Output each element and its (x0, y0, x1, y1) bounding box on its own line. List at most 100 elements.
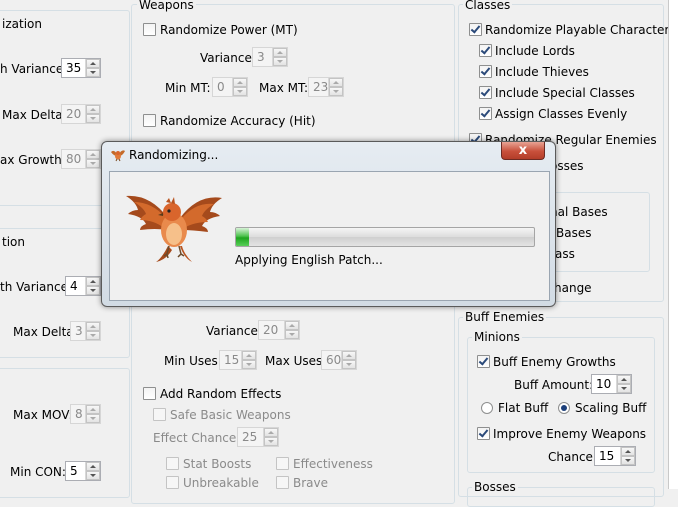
chance-spinner[interactable]: 15 (594, 446, 636, 466)
min-mt-value: 0 (217, 80, 225, 94)
dialog-titlebar[interactable]: Randomizing... x (102, 142, 555, 168)
include-thieves-label: Include Thieves (495, 65, 589, 79)
buff-amount-spinner[interactable]: 10 (591, 374, 632, 394)
bird-app-icon (111, 150, 125, 162)
effectiveness-label: Effectiveness (293, 457, 373, 471)
spinner-buttons[interactable] (85, 150, 100, 168)
uses-variance-label: Variance: (206, 324, 262, 338)
randomizing-dialog: Randomizing... x Applying English Patch.… (101, 141, 556, 307)
max-growth-label: ax Growth: (0, 153, 66, 167)
unbreakable-label: Unbreakable (183, 476, 259, 490)
min-mt-label: Min MT: (165, 81, 211, 95)
h-variance-spinner[interactable]: 35 (61, 58, 101, 78)
randomize-accuracy-checkbox[interactable] (143, 114, 156, 127)
ass-label: ass (555, 247, 575, 261)
brave-checkbox[interactable] (276, 476, 289, 489)
unbreakable-checkbox[interactable] (166, 476, 179, 489)
include-lords-checkbox[interactable] (479, 44, 492, 57)
progress-fill (236, 228, 250, 246)
nal-bases-label: nal Bases (550, 205, 608, 219)
max-delta-label: Max Delta: (2, 108, 67, 122)
effect-chance-spinner[interactable]: 25 (237, 427, 279, 447)
buff-title: Buff Enemies (463, 310, 547, 324)
max-delta-2-spinner[interactable]: 3 (70, 321, 101, 341)
max-delta-2-label: Max Delta: (13, 325, 78, 339)
spinner-buttons[interactable] (85, 462, 100, 480)
spinner-buttons[interactable] (85, 322, 100, 340)
brave-label: Brave (293, 476, 329, 490)
safe-basic-weapons-checkbox[interactable] (153, 408, 166, 421)
uses-variance-spinner[interactable]: 20 (258, 320, 300, 340)
weapons-title: Weapons (137, 0, 196, 12)
randomize-playable-checkbox[interactable] (469, 23, 482, 36)
spinner-buttons[interactable] (241, 351, 256, 369)
spinner-buttons[interactable] (85, 59, 100, 77)
max-mt-label: Max MT: (259, 81, 309, 95)
stat-boosts-label: Stat Boosts (183, 457, 252, 471)
buff-growths-label: Buff Enemy Growths (493, 355, 616, 369)
include-lords-label: Include Lords (495, 44, 575, 58)
stat-boosts-checkbox[interactable] (166, 457, 179, 470)
min-uses-spinner[interactable]: 15 (219, 350, 257, 370)
randomize-power-label: Randomize Power (MT) (160, 23, 298, 37)
hange-label: hange (554, 281, 592, 295)
power-variance-label: Variance: (200, 51, 256, 65)
max-growth-spinner[interactable]: 80 (61, 149, 101, 169)
spinner-buttons[interactable] (328, 78, 343, 96)
effectiveness-checkbox[interactable] (276, 457, 289, 470)
include-thieves-checkbox[interactable] (479, 65, 492, 78)
spinner-buttons[interactable] (232, 78, 247, 96)
minions-title: Minions (472, 330, 522, 344)
improve-weapons-checkbox[interactable] (477, 427, 490, 440)
assign-evenly-checkbox[interactable] (479, 107, 492, 120)
close-button[interactable]: x (501, 142, 545, 160)
max-mov-label: Max MOV: (13, 408, 73, 422)
max-uses-value: 60 (326, 353, 342, 367)
th-variance-value: 4 (70, 279, 78, 293)
max-mov-spinner[interactable]: 8 (70, 404, 101, 424)
flat-buff-radio[interactable] (481, 402, 493, 414)
spinner-buttons[interactable] (272, 48, 287, 66)
power-variance-spinner[interactable]: 3 (252, 47, 288, 67)
min-con-spinner[interactable]: 5 (65, 461, 101, 481)
status-text: Applying English Patch... (235, 253, 383, 267)
progress-bar (235, 227, 535, 247)
min-uses-label: Min Uses: (164, 354, 222, 368)
min-mt-spinner[interactable]: 0 (212, 77, 248, 97)
max-uses-spinner[interactable]: 60 (321, 350, 357, 370)
max-uses-label: Max Uses: (265, 354, 327, 368)
uses-variance-value: 20 (263, 323, 279, 337)
max-delta-spinner[interactable]: 20 (61, 104, 101, 124)
spinner-buttons[interactable] (85, 277, 100, 295)
randomize-power-checkbox[interactable] (143, 23, 156, 36)
randomize-playable-label: Randomize Playable Characters (485, 23, 676, 37)
dialog-title: Randomizing... (129, 148, 219, 162)
close-icon: x (518, 143, 528, 158)
classes-title: Classes (463, 0, 513, 12)
max-mt-spinner[interactable]: 23 (308, 77, 344, 97)
h-variance-label: h Variance: (0, 62, 68, 76)
spinner-buttons[interactable] (263, 428, 278, 446)
spinner-buttons[interactable] (616, 375, 631, 393)
h-variance-value: 35 (66, 61, 82, 75)
add-random-effects-checkbox[interactable] (143, 387, 156, 400)
effect-chance-label: Effect Chance: (153, 431, 241, 445)
spinner-buttons[interactable] (85, 105, 100, 123)
th-variance-spinner[interactable]: 4 (65, 276, 101, 296)
randomize-accuracy-label: Randomize Accuracy (Hit) (160, 114, 316, 128)
scaling-buff-radio[interactable] (558, 402, 570, 414)
assign-evenly-label: Assign Classes Evenly (495, 107, 628, 121)
min-uses-value: 15 (224, 353, 240, 367)
flat-buff-label: Flat Buff (498, 401, 549, 415)
include-special-label: Include Special Classes (495, 86, 635, 100)
max-mov-value: 8 (75, 407, 83, 421)
chance-label: Chance: (548, 450, 597, 464)
spinner-buttons[interactable] (284, 321, 299, 339)
include-special-checkbox[interactable] (479, 86, 492, 99)
dialog-client: Applying English Patch... (109, 171, 550, 301)
buff-growths-checkbox[interactable] (477, 355, 490, 368)
bosses-title: Bosses (472, 480, 518, 494)
spinner-buttons[interactable] (85, 405, 100, 423)
spinner-buttons[interactable] (620, 447, 635, 465)
spinner-buttons[interactable] (341, 351, 356, 369)
